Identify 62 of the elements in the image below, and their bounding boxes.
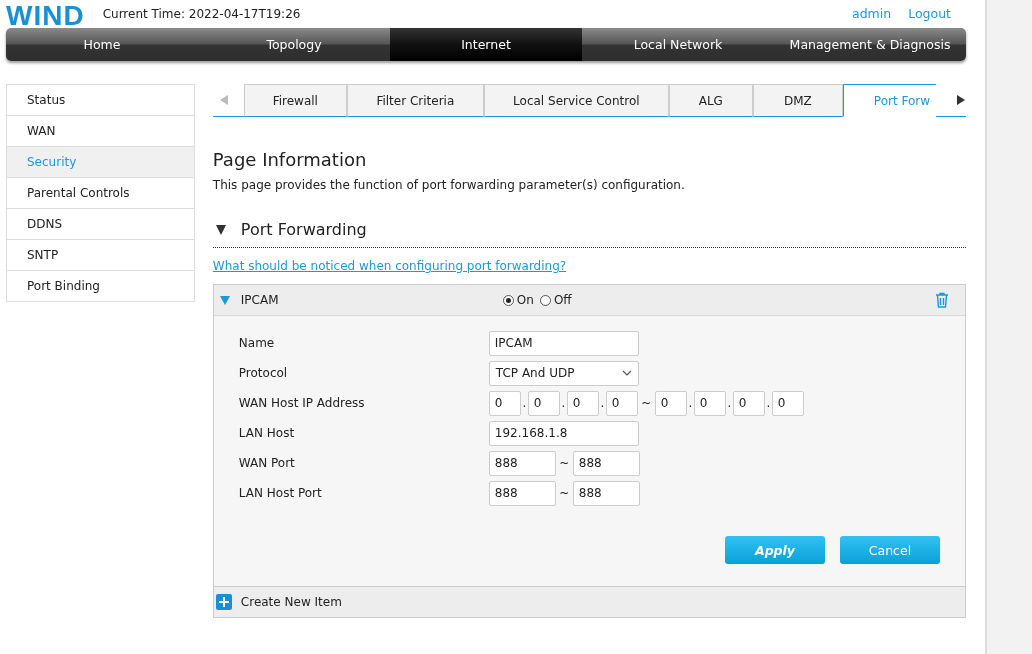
create-new-link[interactable]: Create New Item <box>240 595 342 609</box>
port-start-field[interactable]: 888 <box>488 480 556 506</box>
radio-icon[interactable] <box>502 294 514 306</box>
protocol-dropdown[interactable]: TCP And UDP <box>488 360 639 386</box>
dot-separator: . <box>521 396 528 410</box>
expand-triangle-icon[interactable] <box>219 295 230 305</box>
radio-option[interactable]: Off <box>539 293 572 307</box>
range-separator: ~ <box>640 396 653 410</box>
tab[interactable]: Firewall <box>243 84 347 117</box>
ip-octet-field[interactable]: 0 <box>771 390 804 416</box>
tab[interactable]: Local Service Control <box>483 84 669 117</box>
field-label: Name <box>238 336 276 350</box>
ip-octet-field[interactable]: 0 <box>527 390 560 416</box>
dot-separator: . <box>687 396 694 410</box>
trash-icon[interactable] <box>935 292 949 308</box>
tab[interactable]: DMZ <box>752 84 843 117</box>
ip-octet-field[interactable]: 0 <box>488 390 521 416</box>
tab[interactable]: Filter Criteria <box>346 84 484 117</box>
chevron-down-icon <box>621 370 632 376</box>
field-label: WAN Host IP Address <box>238 396 366 410</box>
sidebar-item[interactable]: DDNS <box>7 209 194 240</box>
radio-option[interactable]: On <box>502 293 534 307</box>
ip-octet-field[interactable]: 0 <box>566 390 599 416</box>
sidebar-item[interactable]: Port Binding <box>7 271 194 302</box>
field-label: WAN Port <box>238 456 296 470</box>
field-label: LAN Host <box>238 426 296 440</box>
range-separator: ~ <box>558 456 571 470</box>
dot-separator: . <box>599 396 606 410</box>
page-title: Page Information <box>212 149 368 171</box>
sidebar-item[interactable]: Parental Controls <box>7 178 194 209</box>
dot-separator: . <box>765 396 772 410</box>
dot-separator: . <box>726 396 733 410</box>
text-field[interactable]: IPCAM <box>488 330 639 356</box>
tab[interactable]: ALG <box>668 84 753 117</box>
collapse-triangle-icon[interactable] <box>215 224 226 235</box>
plus-icon[interactable] <box>215 594 232 610</box>
entry-name: IPCAM <box>240 293 280 307</box>
nav-tab[interactable]: Internet <box>390 28 582 61</box>
field-label: Protocol <box>238 366 289 380</box>
port-end-field[interactable]: 888 <box>572 480 640 506</box>
nav-tab[interactable]: Management & Diagnosis <box>774 28 966 61</box>
nav-tab[interactable]: Local Network <box>582 28 774 61</box>
field-label: LAN Host Port <box>238 486 323 500</box>
section-title: Port Forwarding <box>240 220 367 239</box>
nav-tab[interactable]: Topology <box>198 28 390 61</box>
dot-separator: . <box>560 396 567 410</box>
ip-octet-field[interactable]: 0 <box>605 390 638 416</box>
nav-tab[interactable]: Home <box>6 28 198 61</box>
logo: WIND <box>6 5 85 27</box>
scroll-right-icon[interactable] <box>956 95 966 105</box>
ip-octet-field[interactable]: 0 <box>732 390 765 416</box>
sidebar-item[interactable]: Status <box>7 85 194 116</box>
page-description: This page provides the function of port forwarding parameter(s) configuration. <box>212 178 686 192</box>
range-separator: ~ <box>558 486 571 500</box>
radio-icon[interactable] <box>539 294 551 306</box>
text-field[interactable]: 192.168.1.8 <box>488 420 639 446</box>
port-start-field[interactable]: 888 <box>488 450 556 476</box>
port-end-field[interactable]: 888 <box>572 450 640 476</box>
sidebar-item[interactable]: SNTP <box>7 240 194 271</box>
ip-octet-field[interactable]: 0 <box>654 390 687 416</box>
current-time: Current Time: 2022-04-17T19:26 <box>102 7 301 21</box>
ip-octet-field[interactable]: 0 <box>693 390 726 416</box>
